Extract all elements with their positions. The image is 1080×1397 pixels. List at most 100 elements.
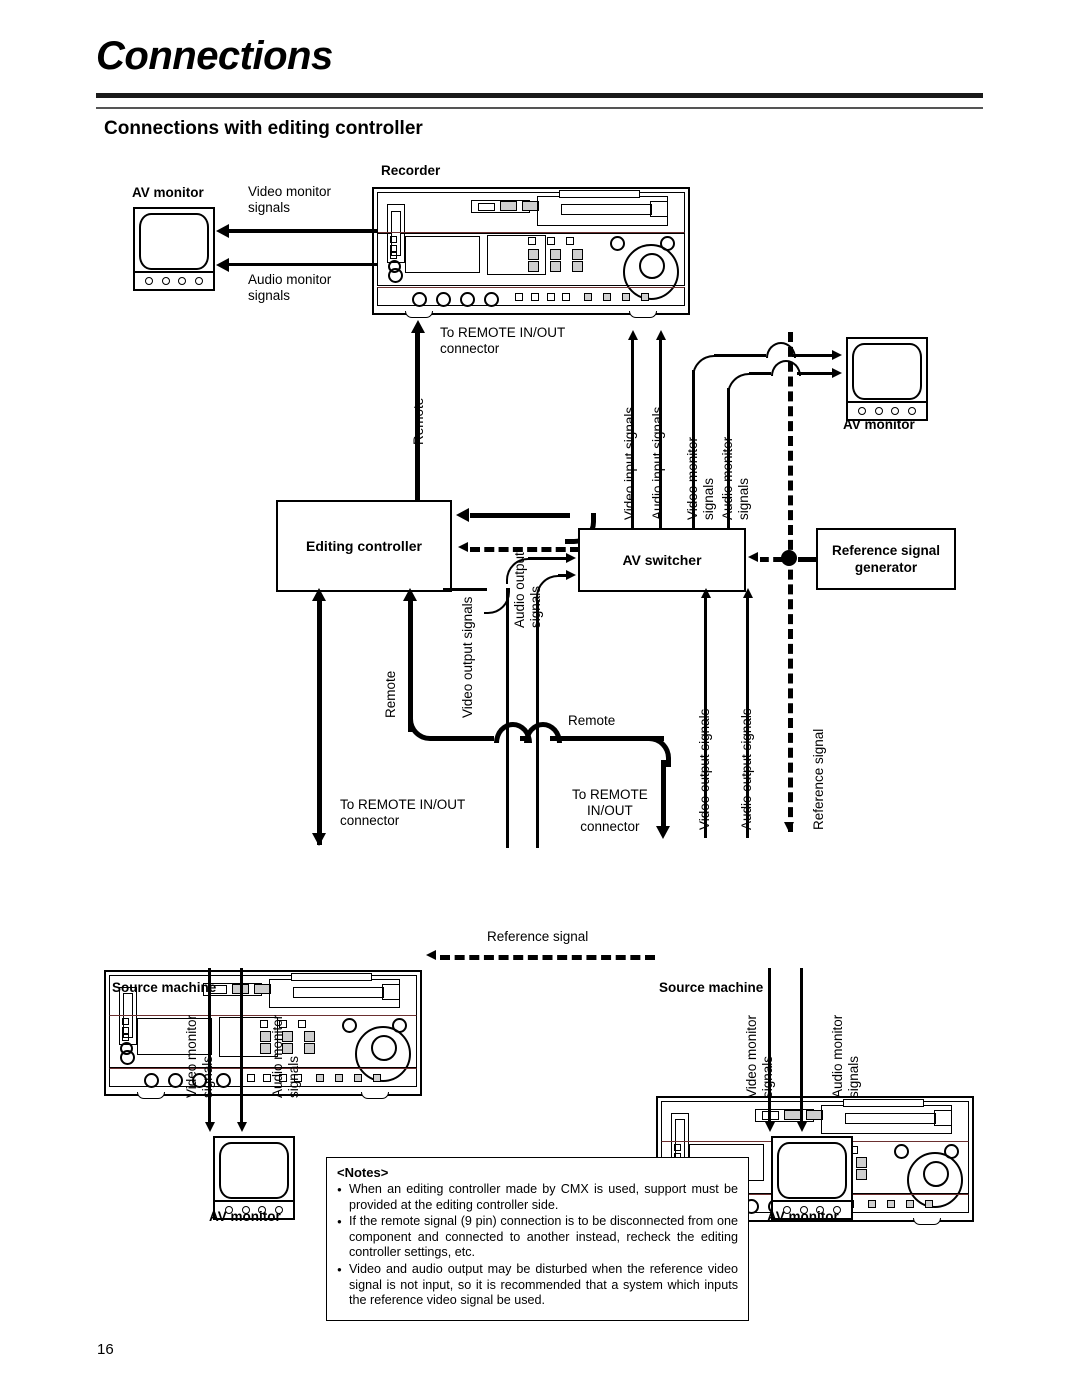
reference-signal-horizontal-arrow [426, 950, 436, 960]
reference-bus-vertical [788, 332, 793, 832]
audio-monitor-arrow-tl [216, 258, 229, 272]
note-item: When an editing controller made by CMX i… [337, 1182, 738, 1213]
av-switcher-label: AV switcher [622, 551, 702, 568]
reference-signal-generator-box: Reference signal generator [816, 528, 956, 590]
reference-signal-horizontal-label: Reference signal [487, 929, 589, 944]
monitor-screen [139, 213, 209, 270]
remote-left-line [317, 600, 322, 845]
reference-signal-vertical-label: Reference signal [811, 728, 826, 830]
video-monitor-signals-label-tl: Video monitor signals [248, 184, 332, 215]
remote-mid-elbow-right [640, 736, 671, 767]
monitor-screen [852, 343, 922, 400]
recorder-device [372, 187, 690, 318]
av-monitor-bottom-left [213, 1136, 295, 1220]
section-title: Connections with editing controller [104, 118, 423, 139]
audio-monitor-right-elbow [727, 373, 751, 397]
note-item: Video and audio output may be disturbed … [337, 1262, 738, 1309]
notes-heading: <Notes> [337, 1165, 389, 1180]
av-monitor-top-right-label: AV monitor [843, 417, 915, 432]
remote-mid-line-v2 [661, 760, 666, 828]
video-input-signals-arrow [628, 330, 638, 340]
video-monitor-right-line-h [714, 354, 766, 357]
audio-output-right-arrow [743, 588, 753, 598]
source-machine-left-label: Source machine [112, 980, 217, 995]
to-remote-in-out-label-mid: To REMOTE IN/OUT connector [572, 787, 648, 834]
remote-arrow-up-top [411, 320, 425, 333]
notes-list: When an editing controller made by CMX i… [337, 1182, 738, 1309]
audio-input-signals-arrow [656, 330, 666, 340]
monitor-screen [777, 1142, 847, 1199]
audio-monitor-bl-arrow [237, 1122, 247, 1132]
audio-monitor-br-arrow [797, 1122, 807, 1132]
video-output-left-line-bottom [506, 740, 509, 848]
av-monitor-top-right [846, 337, 928, 421]
video-monitor-br-arrow [765, 1122, 775, 1132]
remote-left-label: Remote [383, 670, 398, 718]
audio-monitor-signals-label-bl: Audio monitor signals [270, 1014, 301, 1098]
video-monitor-line-tl [228, 229, 378, 233]
audio-monitor-right-line-h [749, 372, 771, 375]
controller-switcher-dashed-arrow [458, 542, 468, 552]
audio-output-signals-label-right: Audio output signals [739, 708, 754, 830]
video-output-left-line-h [443, 588, 487, 591]
av-switcher-box: AV switcher [578, 528, 746, 592]
note-item: If the remote signal (9 pin) connection … [337, 1214, 738, 1261]
reference-signal-horizontal-line [440, 955, 655, 960]
video-monitor-signals-label-bl: Video monitor signals [184, 1014, 215, 1098]
video-monitor-signals-label-right: Video monitor signals [685, 436, 716, 520]
title-divider [96, 93, 983, 109]
monitor-screen [219, 1142, 289, 1199]
video-monitor-signals-label-br: Video monitor signals [744, 1014, 775, 1098]
audio-input-signals-label: Audio input signals [650, 406, 665, 520]
reference-to-switcher-arrow [748, 552, 758, 562]
audio-monitor-br-line [800, 968, 803, 1124]
switcher-to-controller-arrow [456, 508, 469, 522]
video-output-left-line-top [506, 588, 509, 740]
to-remote-in-out-label-top: To REMOTE IN/OUT connector [440, 325, 566, 356]
reference-to-generator-line [798, 557, 816, 562]
to-remote-in-out-label-left: To REMOTE IN/OUT connector [340, 797, 466, 828]
recorder-label: Recorder [381, 163, 441, 178]
editing-controller-box: Editing controller [276, 500, 452, 592]
video-monitor-bl-arrow [205, 1122, 215, 1132]
video-output-signals-label-right: Video output signals [697, 708, 712, 830]
av-monitor-bottom-left-label: AV monitor [209, 1209, 281, 1224]
av-monitor-top-left [133, 207, 215, 291]
audio-monitor-right-line-h2 [797, 372, 834, 375]
reference-signal-generator-label: Reference signal generator [831, 543, 941, 575]
reference-bus-arrow-down [784, 822, 794, 832]
audio-output-signals-label-left: Audio output signals [512, 552, 543, 628]
switcher-to-controller-line [470, 513, 570, 518]
remote-mid-arrow-down [656, 826, 670, 839]
video-monitor-arrow-tl [216, 224, 229, 238]
remote-left-arrow-down [312, 833, 326, 846]
video-output-right-arrow [701, 588, 711, 598]
remote-mid-arrow-up [403, 588, 417, 601]
video-monitor-right-elbow [692, 355, 716, 379]
video-input-signals-label: Video input signals [622, 406, 637, 520]
editing-controller-label: Editing controller [306, 537, 422, 554]
video-monitor-right-line-h2 [792, 354, 834, 357]
video-output-signals-label-left: Video output signals [460, 596, 475, 718]
av-monitor-top-left-label: AV monitor [132, 185, 204, 200]
manual-page: Connections Connections with editing con… [0, 0, 1080, 1397]
audio-monitor-signals-label-br: Audio monitor signals [830, 1014, 861, 1098]
audio-monitor-signals-label-right: Audio monitor signals [720, 436, 751, 520]
monitor-controls [135, 271, 213, 289]
audio-monitor-line-tl [228, 263, 378, 266]
video-monitor-right-arrow [832, 350, 842, 360]
audio-monitor-bl-line [240, 968, 243, 1124]
audio-output-left-arrow [566, 570, 576, 580]
remote-left-arrow-up [312, 588, 326, 601]
remote-mid-label: Remote [568, 713, 616, 728]
av-monitor-bottom-right [771, 1136, 853, 1220]
av-monitor-bottom-right-label: AV monitor [767, 1209, 839, 1224]
notes-box: <Notes> When an editing controller made … [326, 1157, 749, 1321]
audio-monitor-signals-label-tl: Audio monitor signals [248, 272, 332, 303]
page-number: 16 [97, 1341, 114, 1358]
source-machine-right-label: Source machine [659, 980, 764, 995]
reference-to-switcher-line [760, 557, 782, 562]
reference-bus-junction [781, 550, 797, 566]
remote-label-top: Remote [411, 397, 426, 445]
remote-mid-line-h1 [432, 736, 494, 741]
